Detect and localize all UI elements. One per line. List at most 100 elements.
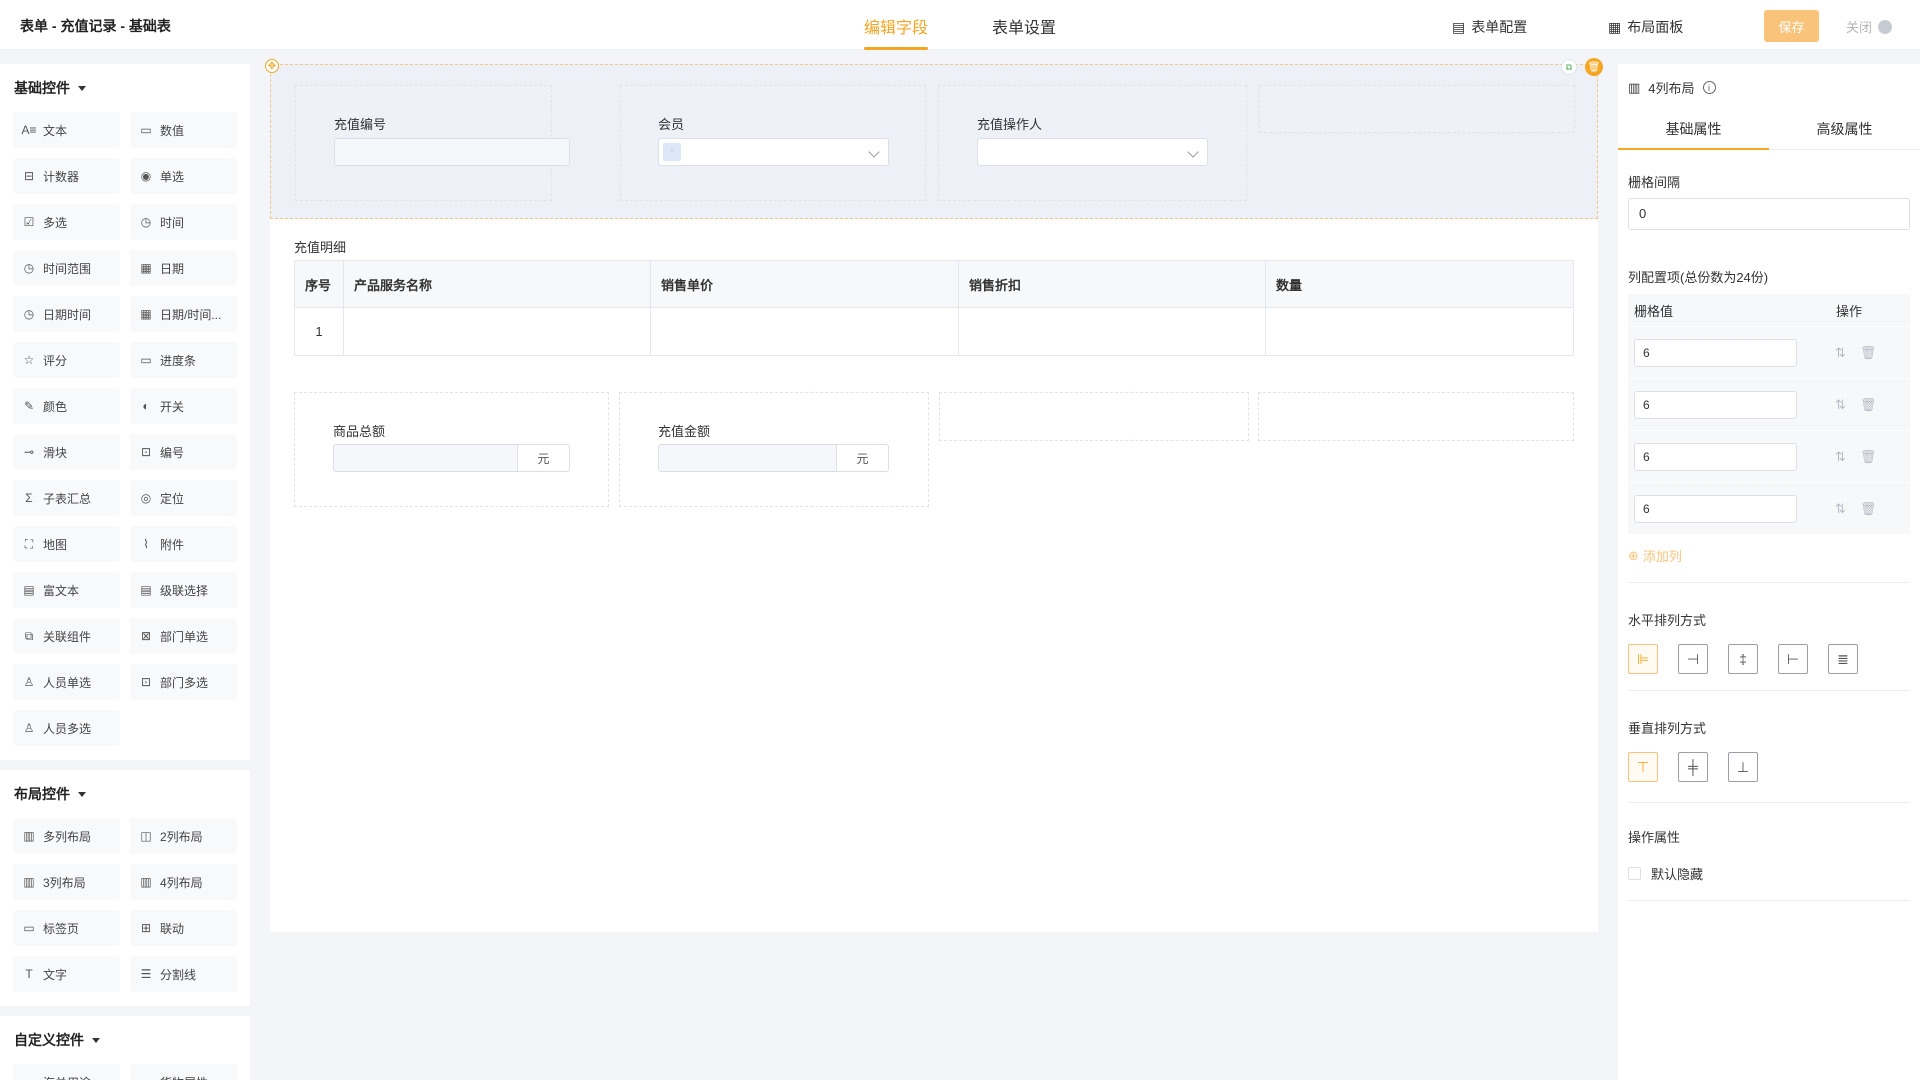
column-span-input[interactable]: 6 (1634, 390, 1797, 419)
palette-item[interactable]: ◉ 单选 (130, 158, 237, 194)
tab-advanced-properties[interactable]: 高级属性 (1769, 108, 1920, 149)
table-cell[interactable] (1265, 307, 1574, 356)
palette-item[interactable]: ⌇ 附件 (130, 526, 237, 562)
layout-column-2[interactable]: 会员 - (620, 85, 926, 201)
gutter-input[interactable]: 0 (1628, 198, 1910, 230)
column-span-input[interactable]: 6 (1634, 338, 1797, 367)
copy-icon[interactable]: ⧉ (1561, 59, 1577, 75)
layout-column-goods-total[interactable]: 商品总额 元 (294, 392, 609, 507)
table-cell[interactable] (343, 307, 651, 356)
palette-item[interactable]: A≡ 文本 (13, 112, 120, 148)
space-around-icon[interactable]: ≣ (1828, 644, 1858, 674)
align-top-icon[interactable]: ⊤ (1628, 752, 1658, 782)
recharge-amount-input[interactable]: 元 (658, 444, 889, 472)
operator-select[interactable] (977, 138, 1208, 166)
palette-item[interactable]: ⊠ 部门单选 (130, 618, 237, 654)
palette-item[interactable]: ☑ 多选 (13, 204, 120, 240)
trash-icon[interactable]: 🗑 (1860, 449, 1877, 465)
sort-icon[interactable]: ⇅ (1835, 449, 1846, 465)
align-left-icon[interactable]: ⊫ (1628, 644, 1658, 674)
layout-column-empty-3[interactable] (939, 392, 1249, 441)
drag-handle-icon[interactable]: ✥ (265, 59, 279, 73)
layout-panel-button[interactable]: ▦ 布局面板 (1608, 17, 1683, 37)
palette-item[interactable]: ⌄ 海关用途 (13, 1064, 120, 1080)
palette-item[interactable]: ✎ 颜色 (13, 388, 120, 424)
save-button[interactable]: 保存 (1764, 10, 1819, 42)
default-hidden-checkbox[interactable]: 默认隐藏 (1628, 864, 1703, 883)
selected-4-column-layout[interactable]: ✥ ⧉ 🗑 充值编号 会员 - 充值操作人 (265, 58, 1603, 219)
palette-item[interactable]: ⌄ 货物属性 (130, 1064, 237, 1080)
palette-item[interactable]: ◷ 时间范围 (13, 250, 120, 286)
palette-item[interactable]: ▤ 级联选择 (130, 572, 237, 608)
column-span-input[interactable]: 6 (1634, 494, 1797, 523)
tab-basic-properties[interactable]: 基础属性 (1618, 108, 1769, 150)
palette-item[interactable]: T 文字 (13, 956, 120, 992)
palette-item[interactable]: ▤ 富文本 (13, 572, 120, 608)
delete-icon[interactable]: 🗑 (1585, 58, 1603, 76)
linkage-icon: ⊞ (140, 921, 152, 935)
layout-controls-header[interactable]: 布局控件 (0, 770, 250, 818)
palette-item[interactable]: ⊡ 编号 (130, 434, 237, 470)
layout-column-recharge-amount[interactable]: 充值金额 元 (619, 392, 929, 507)
trash-icon[interactable]: 🗑 (1860, 345, 1877, 361)
palette-item[interactable]: ☰ 分割线 (130, 956, 237, 992)
palette-item[interactable]: ⊡ 部门多选 (130, 664, 237, 700)
add-column-button[interactable]: ⊕ 添加列 (1628, 546, 1682, 565)
palette-item[interactable]: ⛶ 地图 (13, 526, 120, 562)
basic-controls-header[interactable]: 基础控件 (0, 64, 250, 112)
sort-icon[interactable]: ⇅ (1835, 345, 1846, 361)
close-label: 关闭 (1846, 20, 1873, 35)
table-cell[interactable] (650, 307, 959, 356)
palette-item[interactable]: ◎ 定位 (130, 480, 237, 516)
sort-icon[interactable]: ⇅ (1835, 501, 1846, 517)
layout-column-empty-4[interactable] (1258, 392, 1574, 441)
palette-item[interactable]: ▥ 多列布局 (13, 818, 120, 854)
layout-column-4[interactable] (1259, 85, 1575, 133)
layout-column-1[interactable]: 充值编号 (295, 85, 570, 201)
palette-item[interactable]: ▭ 进度条 (130, 342, 237, 378)
sort-icon[interactable]: ⇅ (1835, 397, 1846, 413)
palette-item[interactable]: ◷ 日期时间 (13, 296, 120, 332)
trash-icon[interactable]: 🗑 (1860, 397, 1877, 413)
align-middle-icon[interactable]: ╪ (1678, 752, 1708, 782)
palette-item[interactable]: ▥ 3列布局 (13, 864, 120, 900)
palette-item[interactable]: Σ 子表汇总 (13, 480, 120, 516)
palette-item[interactable]: ◷ 时间 (130, 204, 237, 240)
caret-down-icon (92, 1037, 100, 1043)
align-right-icon[interactable]: ⊣ (1678, 644, 1708, 674)
tab-form-settings[interactable]: 表单设置 (992, 14, 1056, 38)
info-icon[interactable]: i (1702, 81, 1716, 94)
palette-item[interactable]: ▭ 数值 (130, 112, 237, 148)
align-bottom-icon[interactable]: ⊥ (1728, 752, 1758, 782)
goods-total-input[interactable]: 元 (333, 444, 570, 472)
palette-item[interactable]: ▦ 日期/时间... (130, 296, 237, 332)
layout-column-3[interactable]: 充值操作人 (938, 85, 1247, 201)
tab-edit-fields[interactable]: 编辑字段 (864, 14, 929, 50)
palette-item[interactable]: ▦ 日期 (130, 250, 237, 286)
palette-item[interactable]: ◐ 开关 (130, 388, 237, 424)
palette-item[interactable]: ▥ 4列布局 (130, 864, 237, 900)
recharge-no-input[interactable] (334, 138, 570, 166)
member-select[interactable]: - (658, 138, 889, 166)
default-hidden-label: 默认隐藏 (1651, 867, 1704, 882)
recharge-detail-table[interactable]: 序号 产品服务名称 销售单价 销售折扣 数量 1 (294, 260, 1574, 356)
palette-item[interactable]: ♙ 人员单选 (13, 664, 120, 700)
palette-item[interactable]: ⊞ 联动 (130, 910, 237, 946)
column-span-input[interactable]: 6 (1634, 442, 1797, 471)
align-center-icon[interactable]: ‡ (1728, 644, 1758, 674)
space-between-icon[interactable]: ⊢ (1778, 644, 1808, 674)
checkbox-box[interactable] (1628, 867, 1641, 880)
palette-item[interactable]: ◫ 2列布局 (130, 818, 237, 854)
table-cell[interactable] (958, 307, 1266, 356)
palette-item[interactable]: ☆ 评分 (13, 342, 120, 378)
table-header: 销售单价 (650, 260, 959, 308)
palette-item[interactable]: ⊟ 计数器 (13, 158, 120, 194)
close-toggle[interactable]: 关闭 (1846, 17, 1893, 36)
trash-icon[interactable]: 🗑 (1860, 501, 1877, 517)
palette-item[interactable]: ⊸ 滑块 (13, 434, 120, 470)
palette-item[interactable]: ⧉ 关联组件 (13, 618, 120, 654)
custom-controls-header[interactable]: 自定义控件 (0, 1016, 250, 1064)
form-config-button[interactable]: ▤ 表单配置 (1452, 17, 1527, 37)
palette-item[interactable]: ♙ 人员多选 (13, 710, 120, 746)
palette-item[interactable]: ▭ 标签页 (13, 910, 120, 946)
